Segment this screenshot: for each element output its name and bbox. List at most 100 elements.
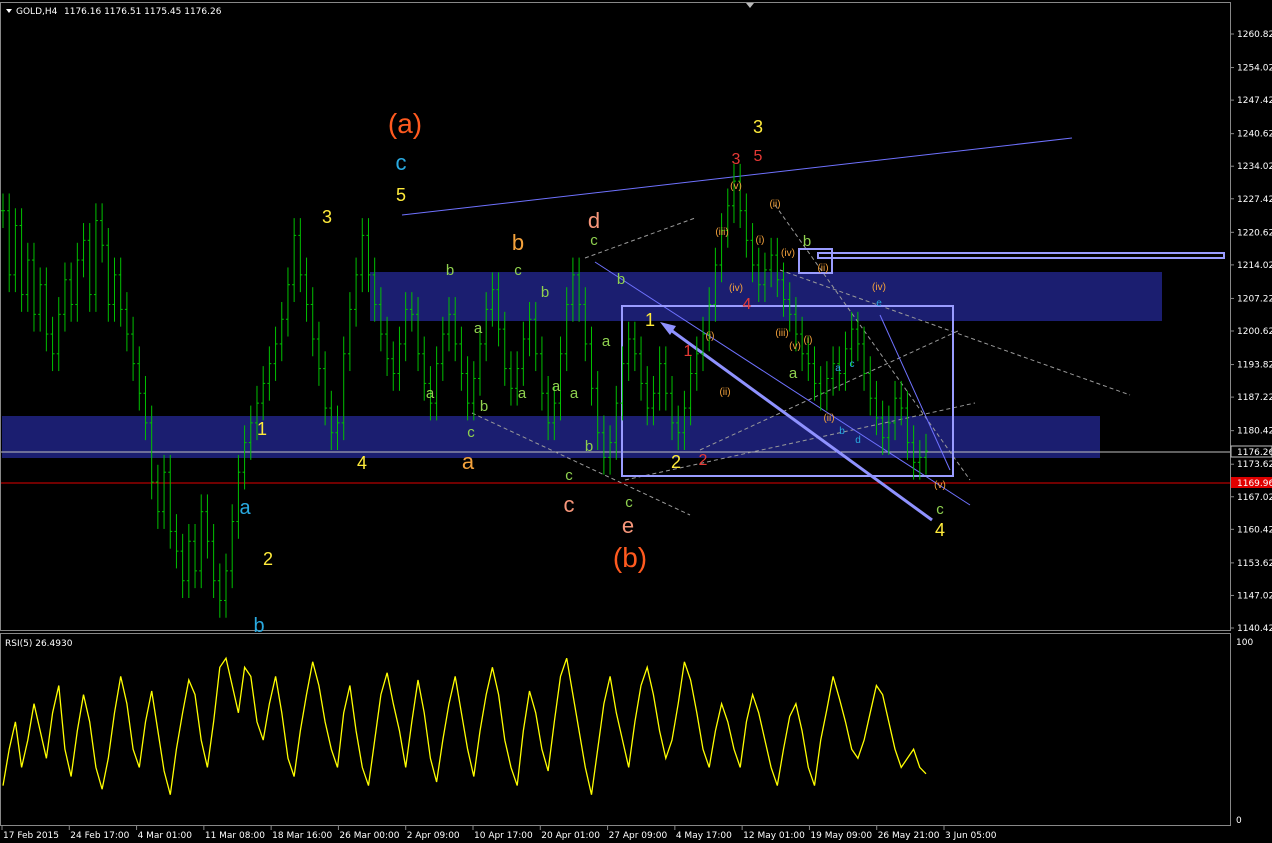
wave-label: c <box>625 494 633 511</box>
wave-label: e <box>622 513 634 538</box>
wave-label: (v) <box>934 480 946 491</box>
price-tick-label: 1234.02 <box>1237 162 1272 172</box>
wave-label: b <box>803 233 811 250</box>
wave-label: b <box>446 262 454 279</box>
wave-label: c <box>850 359 855 370</box>
ohlc-values: 1176.16 1176.51 1175.45 1176.26 <box>64 7 222 17</box>
wave-label: (iii) <box>775 328 788 339</box>
price-tick-label: 1207.22 <box>1237 294 1272 304</box>
red-price-text: 1169.96 <box>1237 479 1272 489</box>
price-tick-label: 1214.02 <box>1237 261 1272 271</box>
time-tick-label: 4 Mar 01:00 <box>138 831 193 841</box>
wave-label: (a) <box>388 108 422 139</box>
price-tick-label: 1240.62 <box>1237 130 1272 140</box>
wave-label: b <box>480 398 488 415</box>
wave-label: c <box>467 424 475 441</box>
symbol-label: GOLD,H4 <box>16 7 58 17</box>
price-tick-label: 1180.42 <box>1237 427 1272 437</box>
wave-label: e <box>876 298 882 309</box>
wave-label: 1 <box>684 343 693 360</box>
wave-label: d <box>855 435 861 446</box>
wave-label: b <box>839 426 845 437</box>
wave-label: b <box>512 230 524 255</box>
time-tick-label: 12 May 01:00 <box>743 831 805 841</box>
price-tick-label: 1173.62 <box>1237 460 1272 470</box>
wave-label: (v) <box>789 341 801 352</box>
wave-label: c <box>396 150 407 175</box>
wave-label: c <box>514 262 522 279</box>
wave-label: a <box>789 365 798 382</box>
wave-label: (ii) <box>719 387 730 398</box>
wave-label: 1 <box>645 310 655 330</box>
wave-label: (iii) <box>715 227 728 238</box>
price-tick-label: 1160.42 <box>1237 525 1272 535</box>
wave-label: 1 <box>257 419 267 439</box>
price-tick-label: 1153.62 <box>1237 559 1272 569</box>
wave-label: (iv) <box>729 283 743 294</box>
wave-label: (iii) <box>822 413 835 424</box>
current-price-text: 1176.26 <box>1237 448 1272 458</box>
time-tick-label: 24 Feb 17:00 <box>70 831 129 841</box>
wave-label: 3 <box>753 117 763 137</box>
wave-label: 3 <box>322 207 332 227</box>
price-tick-label: 1167.02 <box>1237 493 1272 503</box>
wave-label: (ii) <box>769 199 780 210</box>
time-tick-label: 10 Apr 17:00 <box>474 831 533 841</box>
price-tick-label: 1247.42 <box>1237 96 1272 106</box>
wave-label: 2 <box>263 549 273 569</box>
price-tick-label: 1227.42 <box>1237 195 1272 205</box>
wave-label: a <box>552 378 561 395</box>
wave-label: a <box>570 385 579 402</box>
wave-label: c <box>565 467 573 484</box>
wave-label: b <box>585 438 593 455</box>
wave-label: (i) <box>804 335 813 346</box>
rsi-header: RSI(5) 26.4930 <box>5 639 73 649</box>
wave-label: 5 <box>396 185 406 205</box>
wave-label: 2 <box>671 452 681 472</box>
wave-label: c <box>936 501 944 518</box>
time-tick-label: 2 Apr 09:00 <box>407 831 460 841</box>
wave-label: b <box>541 284 549 301</box>
price-tick-label: 1187.22 <box>1237 393 1272 403</box>
wave-label: (b) <box>613 542 647 573</box>
wave-label: a <box>462 449 475 474</box>
price-tick-label: 1200.62 <box>1237 327 1272 337</box>
wave-label: a <box>239 497 251 519</box>
wave-label: (i) <box>706 331 715 342</box>
chart-canvas[interactable]: (a) c 5 3 1 2 4 a b b c b a b a a c b a … <box>0 0 1272 843</box>
wave-label: 4 <box>743 296 752 313</box>
price-tick-label: 1140.42 <box>1237 624 1272 634</box>
wave-label: 5 <box>754 148 763 165</box>
price-tick-label: 1260.82 <box>1237 30 1272 40</box>
time-tick-label: 20 Apr 01:00 <box>541 831 600 841</box>
wave-label: 2 <box>699 452 708 469</box>
wave-label: a <box>835 363 841 374</box>
wave-label: a <box>602 333 611 350</box>
wave-label: a <box>474 320 483 337</box>
wave-label: a <box>518 385 527 402</box>
wave-label: c <box>590 232 598 249</box>
wave-label: b <box>617 271 625 288</box>
wave-label: (ii) <box>817 263 828 274</box>
wave-label: a <box>426 385 435 402</box>
wave-label: 3 <box>732 151 741 168</box>
wave-label: b <box>253 615 264 637</box>
time-tick-label: 26 May 21:00 <box>878 831 940 841</box>
wave-label: c <box>564 492 575 517</box>
time-tick-label: 27 Apr 09:00 <box>609 831 668 841</box>
wave-label: (i) <box>756 235 765 246</box>
wave-label: (iv) <box>781 248 795 259</box>
price-tick-label: 1220.62 <box>1237 228 1272 238</box>
price-tick-label: 1254.02 <box>1237 64 1272 74</box>
wave-label: d <box>588 208 600 233</box>
time-tick-label: 11 Mar 08:00 <box>205 831 265 841</box>
time-tick-label: 4 May 17:00 <box>676 831 732 841</box>
price-tick-label: 1193.82 <box>1237 361 1272 371</box>
time-tick-label: 19 May 09:00 <box>810 831 872 841</box>
time-tick-label: 18 Mar 16:00 <box>272 831 332 841</box>
wave-label: 4 <box>935 520 945 540</box>
time-tick-label: 26 Mar 00:00 <box>339 831 399 841</box>
rsi-axis-bottom: 0 <box>1236 816 1242 826</box>
time-tick-label: 3 Jun 05:00 <box>945 831 997 841</box>
time-tick-label: 17 Feb 2015 <box>3 831 59 841</box>
